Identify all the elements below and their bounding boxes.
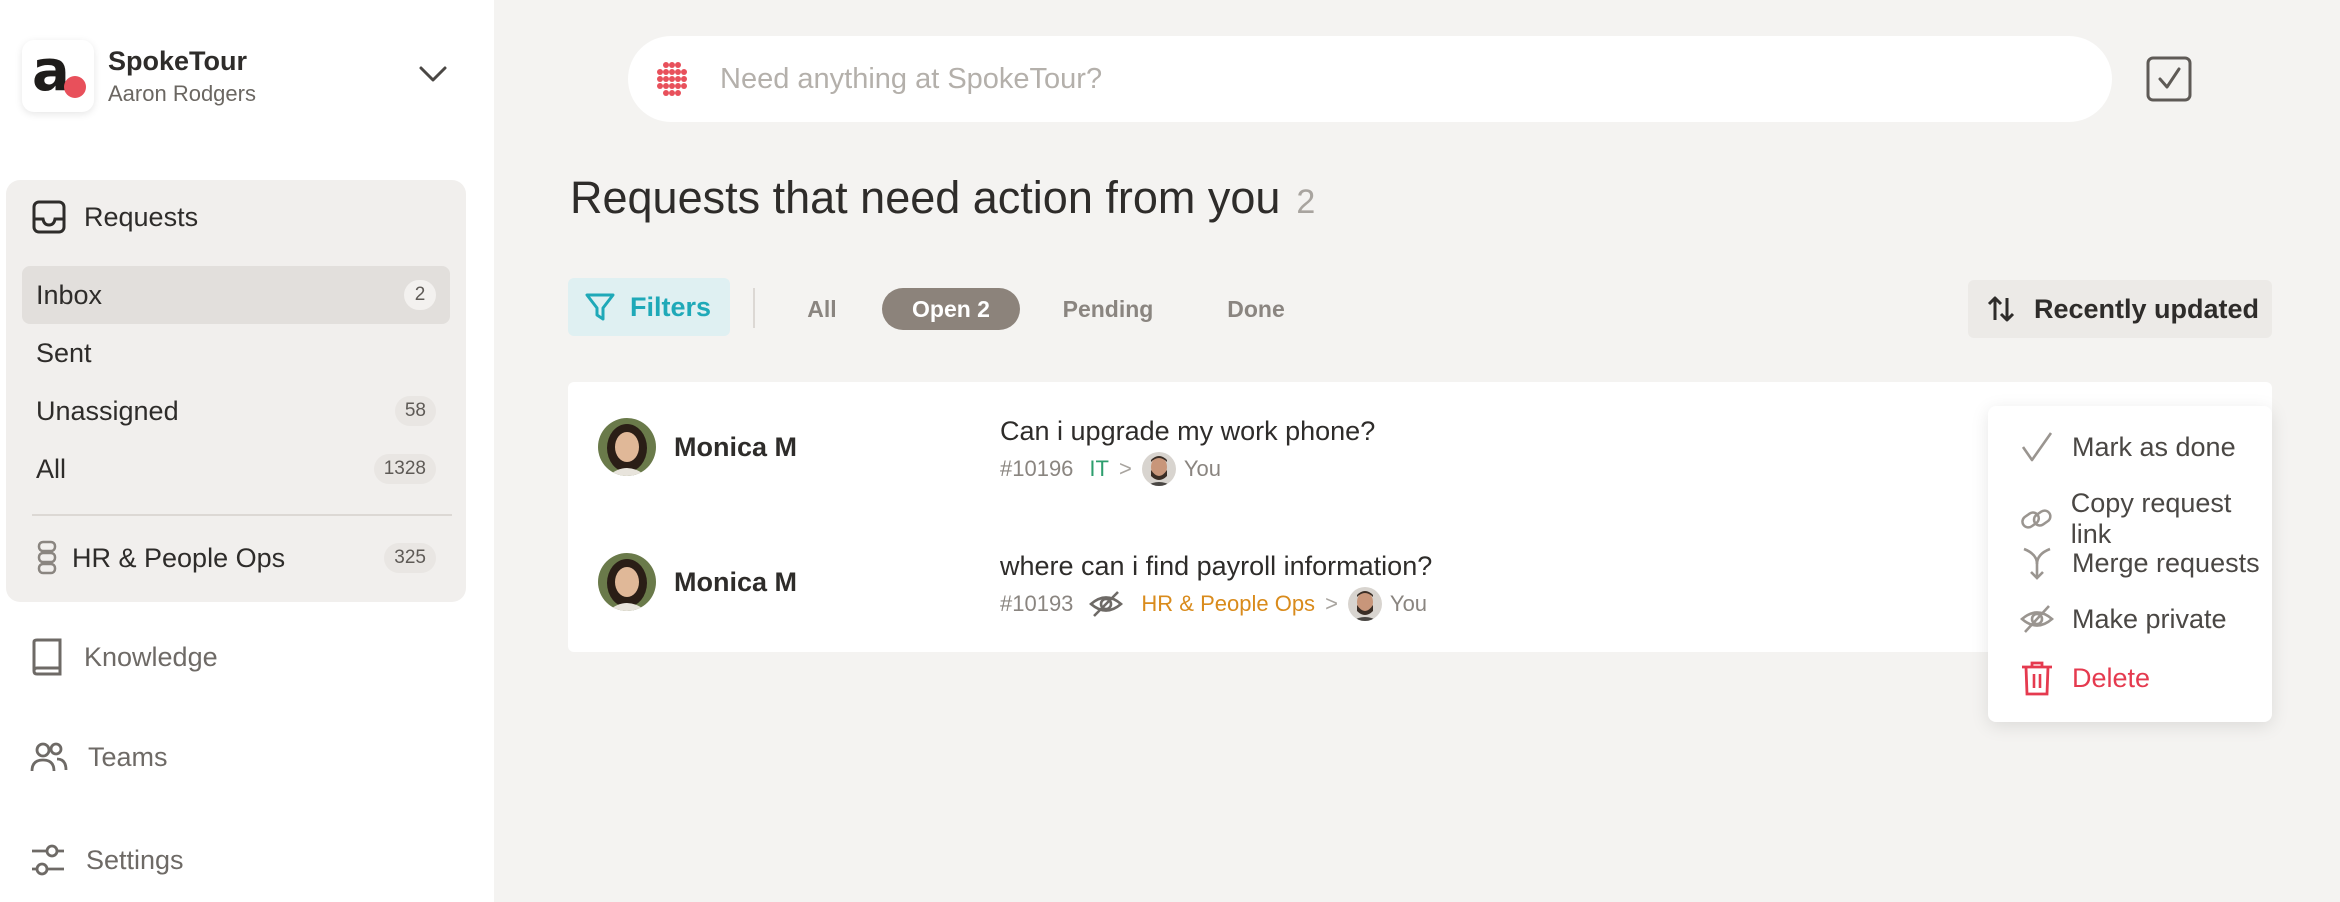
requests-label: Requests — [84, 201, 199, 232]
team-tag[interactable]: HR & People Ops — [1141, 591, 1315, 617]
trash-icon — [2022, 661, 2052, 696]
workspace-name: SpokeTour — [108, 45, 248, 76]
menu-item-copy-request-link[interactable]: Copy request link — [2020, 488, 2272, 550]
inbox-icon — [32, 200, 66, 234]
merge-icon — [2023, 547, 2051, 580]
search-input[interactable] — [720, 62, 2020, 96]
assignee-avatar — [1141, 452, 1176, 486]
chevron-down-icon[interactable] — [418, 64, 448, 84]
count-badge: 58 — [394, 396, 436, 426]
menu-item-delete[interactable]: Delete — [2020, 660, 2150, 696]
assignee-name: You — [1183, 456, 1221, 481]
chevron-right-icon: > — [1118, 456, 1132, 481]
sidebar-item-label: Unassigned — [36, 395, 179, 426]
divider — [32, 514, 452, 516]
sidebar: a SpokeTour Aaron Rodgers Requests Inbox… — [0, 0, 494, 902]
sidebar-item-label: Knowledge — [84, 641, 218, 672]
sort-arrows-icon — [1987, 296, 2015, 322]
team-stack-icon — [37, 540, 57, 575]
chevron-right-icon: > — [1325, 591, 1338, 616]
sort-button[interactable]: Recently updated — [1968, 280, 2272, 338]
menu-item-merge-requests[interactable]: Merge requests — [2020, 546, 2260, 580]
request-id: #10196 — [1000, 456, 1074, 481]
request-meta: #10196 IT > You — [1000, 452, 1221, 486]
search-bar[interactable] — [628, 36, 2112, 122]
menu-item-make-private[interactable]: Make private — [2020, 602, 2227, 636]
checkbox-icon[interactable] — [2146, 56, 2192, 102]
check-icon — [2021, 432, 2053, 462]
request-meta: #10193 HR & People Ops > You — [1000, 587, 1427, 621]
request-id: #10193 — [1000, 591, 1074, 616]
request-actions-menu: Mark as done Copy request link Merge req… — [1988, 406, 2272, 722]
sidebar-item-settings[interactable]: Settings — [30, 842, 184, 878]
sidebar-item-label: All — [36, 453, 67, 484]
menu-item-label: Copy request link — [2070, 488, 2232, 549]
workspace-switcher[interactable]: a SpokeTour Aaron Rodgers — [22, 40, 256, 112]
toolbar-divider — [753, 288, 755, 328]
count-badge: 1328 — [373, 454, 436, 484]
users-icon — [30, 742, 68, 772]
tab-open[interactable]: Open 2 — [882, 288, 1020, 330]
requests-panel: Requests Inbox 2 Sent Unassigned 58 All … — [6, 180, 466, 602]
menu-item-label: Make private — [2072, 603, 2227, 634]
sidebar-item-label: HR & People Ops — [72, 542, 286, 573]
page-title-count: 2 — [1296, 183, 1316, 221]
sidebar-item-sent[interactable]: Sent — [22, 324, 450, 382]
sidebar-item-label: Teams — [88, 741, 168, 772]
assignee-avatar — [1347, 587, 1382, 621]
tab-pending[interactable]: Pending — [1052, 288, 1164, 330]
assignee-name: You — [1389, 591, 1428, 616]
page-title: Requests that need action from you 2 — [570, 172, 1315, 224]
sidebar-item-all[interactable]: All 1328 — [22, 440, 450, 498]
sidebar-item-hr-people-ops[interactable]: HR & People Ops 325 — [22, 528, 450, 588]
app-logo: a — [22, 40, 94, 112]
sort-label: Recently updated — [2034, 293, 2260, 324]
page-title-text: Requests that need action from you — [570, 172, 1281, 223]
count-badge: 325 — [384, 543, 436, 573]
tab-all[interactable]: All — [790, 288, 854, 330]
user-name: Aaron Rodgers — [108, 80, 256, 106]
sidebar-item-unassigned[interactable]: Unassigned 58 — [22, 382, 450, 440]
tab-done[interactable]: Done — [1210, 288, 1302, 330]
requester-name: Monica M — [674, 567, 798, 597]
sidebar-item-label: Inbox — [36, 279, 103, 310]
sliders-icon — [32, 844, 64, 876]
filters-button[interactable]: Filters — [568, 278, 730, 336]
team-tag[interactable]: IT — [1089, 456, 1109, 482]
eye-off-icon — [2020, 605, 2054, 633]
sidebar-item-inbox[interactable]: Inbox 2 — [22, 266, 450, 324]
menu-item-label: Merge requests — [2072, 547, 2260, 578]
requester-name: Monica M — [674, 432, 798, 462]
sidebar-item-label: Settings — [86, 844, 184, 875]
request-subject[interactable]: where can i find payroll information? — [1000, 551, 1432, 582]
avatar — [598, 553, 656, 611]
avatar — [598, 418, 656, 476]
sidebar-item-label: Sent — [36, 337, 92, 368]
dots-grid-icon — [657, 62, 687, 96]
book-icon — [32, 638, 62, 676]
menu-item-mark-as-done[interactable]: Mark as done — [2020, 430, 2236, 464]
requests-header[interactable]: Requests — [32, 200, 198, 234]
filter-icon — [585, 293, 615, 321]
request-subject[interactable]: Can i upgrade my work phone? — [1000, 416, 1375, 447]
sidebar-item-teams[interactable]: Teams — [30, 740, 168, 774]
sidebar-item-knowledge[interactable]: Knowledge — [30, 638, 218, 676]
eye-off-icon — [1089, 591, 1124, 617]
link-icon — [2021, 509, 2052, 529]
menu-item-label: Delete — [2072, 662, 2151, 693]
filters-label: Filters — [630, 291, 712, 322]
menu-item-label: Mark as done — [2072, 431, 2236, 462]
count-badge: 2 — [404, 280, 436, 310]
